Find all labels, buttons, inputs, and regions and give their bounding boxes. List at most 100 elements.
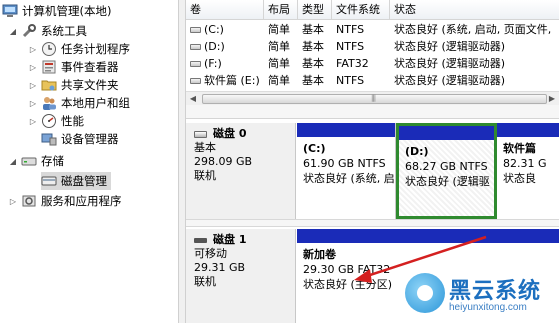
partition-name: (C:) [303,142,326,155]
tree-item-shared-folders[interactable]: ▷ 共享文件夹 [28,76,119,94]
watermark-url: heiyunxitong.com [449,302,527,313]
tree-item-task-scheduler[interactable]: ▷ 任务计划程序 [28,40,130,58]
tools-icon [21,23,37,39]
volume-status: 状态良好 (逻辑驱动器) [394,74,506,87]
volume-name: (F:) [204,57,222,70]
tree-item-performance[interactable]: ▷ 性能 [28,112,84,130]
volume-row[interactable]: (F:) 简单 基本 FAT32 状态良好 (逻辑驱动器) [186,55,559,72]
tree-item-label: 服务和应用程序 [41,194,122,208]
expand-arrow-icon[interactable]: ▷ [28,117,38,126]
expand-arrow-icon[interactable]: ▷ [28,81,38,90]
tree-item-label: 存储 [41,154,64,168]
volume-layout: 简单 [268,74,290,87]
storage-icon [21,153,37,169]
collapse-arrow-icon[interactable]: ◢ [8,157,18,166]
disk-management-panel: 卷 布局 类型 文件系统 状态 (C:) 简单 基本 NTFS 状态良好 (系统… [186,0,559,323]
disk-name: 磁盘 1 [213,233,247,246]
column-header-type[interactable]: 类型 [298,0,332,20]
partition-c[interactable]: (C:) 61.90 GB NTFS 状态良好 (系统, 启 [297,123,396,219]
partition-name: 软件篇 [503,142,536,155]
partition-bar [399,126,494,140]
watermark-name: 黑云系统 [449,279,542,304]
expand-arrow-icon[interactable]: ▷ [28,99,38,108]
partition-status: 状态良好 (系统, 启 [303,172,395,185]
drive-icon [190,44,201,50]
hard-disk-icon [194,130,207,138]
partition-name: (D:) [405,145,429,158]
services-icon [21,193,37,209]
volume-row[interactable]: 软件篇 (E:) 简单 基本 NTFS 状态良好 (逻辑驱动器) [186,72,559,89]
volume-layout: 简单 [268,40,290,53]
column-header-volume[interactable]: 卷 [186,0,264,20]
tree-item-device-manager[interactable]: 设备管理器 [41,130,119,148]
volume-layout: 简单 [268,23,290,36]
tree-item-system-tools[interactable]: ◢ 系统工具 [8,22,87,40]
tree-item-services-applications[interactable]: ▷ 服务和应用程序 [8,192,122,210]
tree-item-computer-management[interactable]: 计算机管理(本地) [2,2,111,20]
tree-item-label: 任务计划程序 [61,42,130,56]
disk-separator [186,219,559,227]
expand-arrow-icon[interactable]: ▷ [28,45,38,54]
volume-type: 基本 [302,40,324,53]
pane-splitter[interactable] [178,0,186,323]
tree-item-event-viewer[interactable]: ▷ 事件查看器 [28,58,119,76]
pane-separator[interactable] [186,105,559,119]
volume-status: 状态良好 (逻辑驱动器) [394,40,506,53]
scroll-left-icon[interactable]: ◀ [186,92,200,106]
partition-bar [497,123,559,137]
drive-icon [190,78,201,84]
volume-type: 基本 [302,57,324,70]
volume-filesystem: FAT32 [336,57,369,70]
volume-status: 状态良好 (系统, 启动, 页面文件, [394,23,552,36]
partition-size: 61.90 GB NTFS [303,157,386,170]
expand-arrow-icon[interactable]: ▷ [28,63,38,72]
volume-filesystem: NTFS [336,23,365,36]
volume-type: 基本 [302,74,324,87]
partition-name: 新加卷 [303,248,336,261]
tree-item-local-users-groups[interactable]: ▷ 本地用户和组 [28,94,130,112]
drive-icon [190,27,201,33]
volume-row[interactable]: (C:) 简单 基本 NTFS 状态良好 (系统, 启动, 页面文件, [186,21,559,38]
horizontal-scrollbar[interactable]: ◀ ||| ▶ [186,91,559,105]
clock-icon [41,41,57,57]
volume-status: 状态良好 (逻辑驱动器) [394,57,506,70]
drive-icon [190,61,201,67]
partition-bar [297,229,559,243]
partition-size: 82.31 G [503,157,547,170]
volume-filesystem: NTFS [336,40,365,53]
disk-1-label[interactable]: 磁盘 1 可移动 29.31 GB 联机 [186,229,296,323]
volume-name: 软件篇 (E:) [204,74,260,87]
volume-name: (D:) [204,40,225,53]
event-viewer-icon [41,59,57,75]
column-header-layout[interactable]: 布局 [264,0,298,20]
watermark: 黑云系统 heiyunxitong.com [405,271,555,319]
scroll-right-icon[interactable]: ▶ [545,92,559,106]
disk-state: 联机 [194,169,216,182]
volume-type: 基本 [302,23,324,36]
watermark-logo-icon [405,273,445,313]
computer-icon [2,3,18,19]
disk-name: 磁盘 0 [213,127,247,140]
disk-management-icon [41,173,57,189]
column-header-filesystem[interactable]: 文件系统 [332,0,390,20]
column-header-status[interactable]: 状态 [390,0,559,20]
volume-row[interactable]: (D:) 简单 基本 NTFS 状态良好 (逻辑驱动器) [186,38,559,55]
expand-arrow-icon[interactable]: ▷ [8,197,18,206]
partition-status: 状态良好 (逻辑驱 [405,175,490,188]
tree-item-disk-management[interactable]: 磁盘管理 [41,172,111,190]
partition-size: 68.27 GB NTFS [405,160,488,173]
disk-kind: 可移动 [194,247,227,260]
tree-item-label: 计算机管理(本地) [22,4,112,18]
partition-e[interactable]: 软件篇 82.31 G 状态良 [497,123,559,219]
disk-state: 联机 [194,275,216,288]
navigation-tree: 计算机管理(本地) ◢ 系统工具 ▷ 任务计划程序 ▷ 事件查看器 ▷ 共享文件… [0,0,178,323]
volume-layout: 简单 [268,57,290,70]
disk-0-label[interactable]: 磁盘 0 基本 298.09 GB 联机 [186,123,296,219]
volume-filesystem: NTFS [336,74,365,87]
shared-folder-icon [41,77,57,93]
collapse-arrow-icon[interactable]: ◢ [8,27,18,36]
tree-item-storage[interactable]: ◢ 存储 [8,152,64,170]
tree-item-label: 磁盘管理 [61,174,107,188]
tree-item-label: 系统工具 [41,24,87,38]
partition-d[interactable]: (D:) 68.27 GB NTFS 状态良好 (逻辑驱 [396,123,497,219]
